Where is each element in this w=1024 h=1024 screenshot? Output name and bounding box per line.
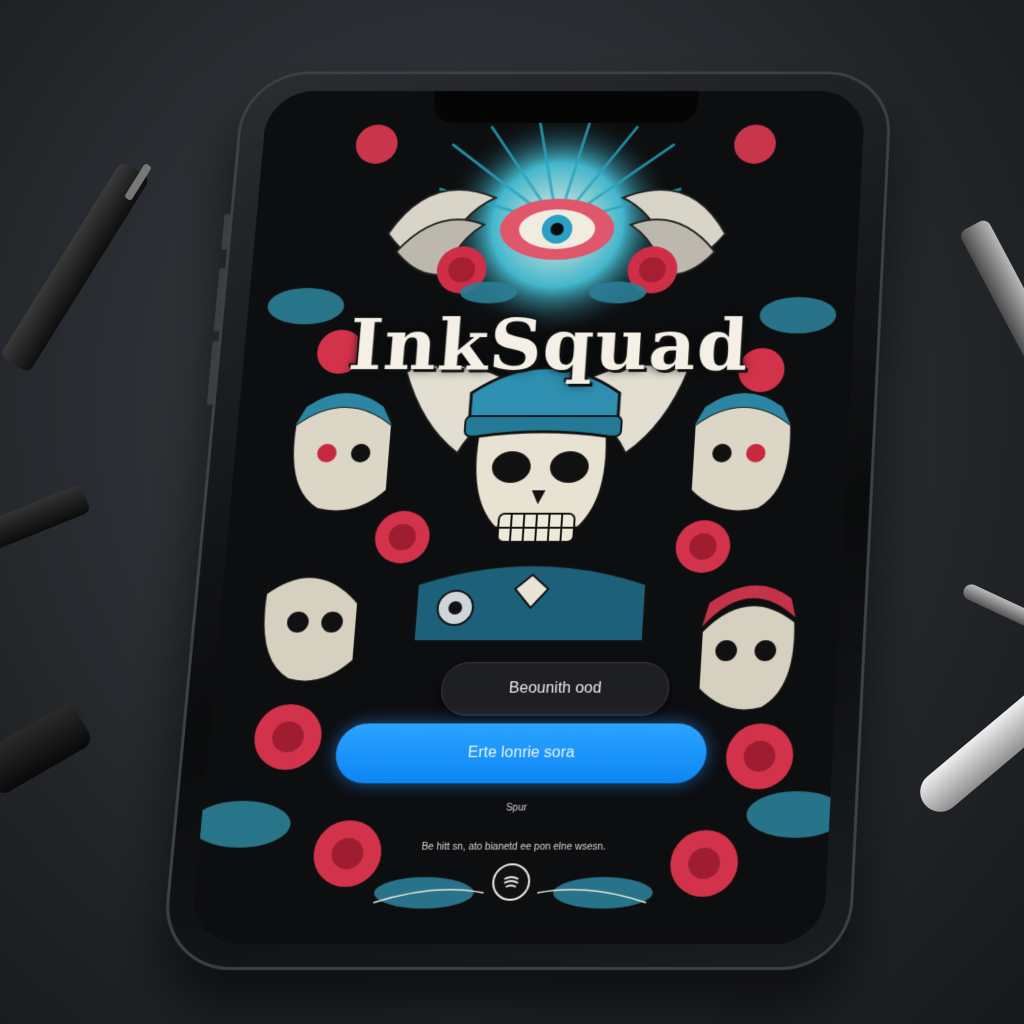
- phone-notch: [432, 91, 699, 123]
- app-title: InkSquad: [345, 304, 752, 386]
- phone-screen: InkSquad Beounith ood Erte lonrie sora S…: [190, 91, 866, 945]
- desk-pen: [0, 700, 95, 798]
- tattoo-artwork: [190, 91, 866, 945]
- desk-pen: [958, 217, 1024, 375]
- phone-side-button: [221, 213, 231, 250]
- primary-action-button[interactable]: Erte lonrie sora: [333, 723, 709, 784]
- desk-pen: [912, 680, 1024, 820]
- phone-device: InkSquad Beounith ood Erte lonrie sora S…: [160, 71, 893, 971]
- skip-link[interactable]: Spur: [202, 803, 830, 814]
- desk-pen: [960, 581, 1024, 635]
- secondary-action-button[interactable]: Beounith ood: [439, 662, 671, 716]
- lower-skull-left: [258, 577, 360, 682]
- phone-side-button: [206, 340, 219, 406]
- desk-pen: [0, 483, 92, 557]
- phone-side-button: [213, 267, 226, 332]
- logo-glyph-icon: [499, 871, 522, 893]
- terms-text: Be hitt sn, ato bianetd ee pon elne wses…: [421, 841, 607, 853]
- center-ornament: [414, 565, 648, 641]
